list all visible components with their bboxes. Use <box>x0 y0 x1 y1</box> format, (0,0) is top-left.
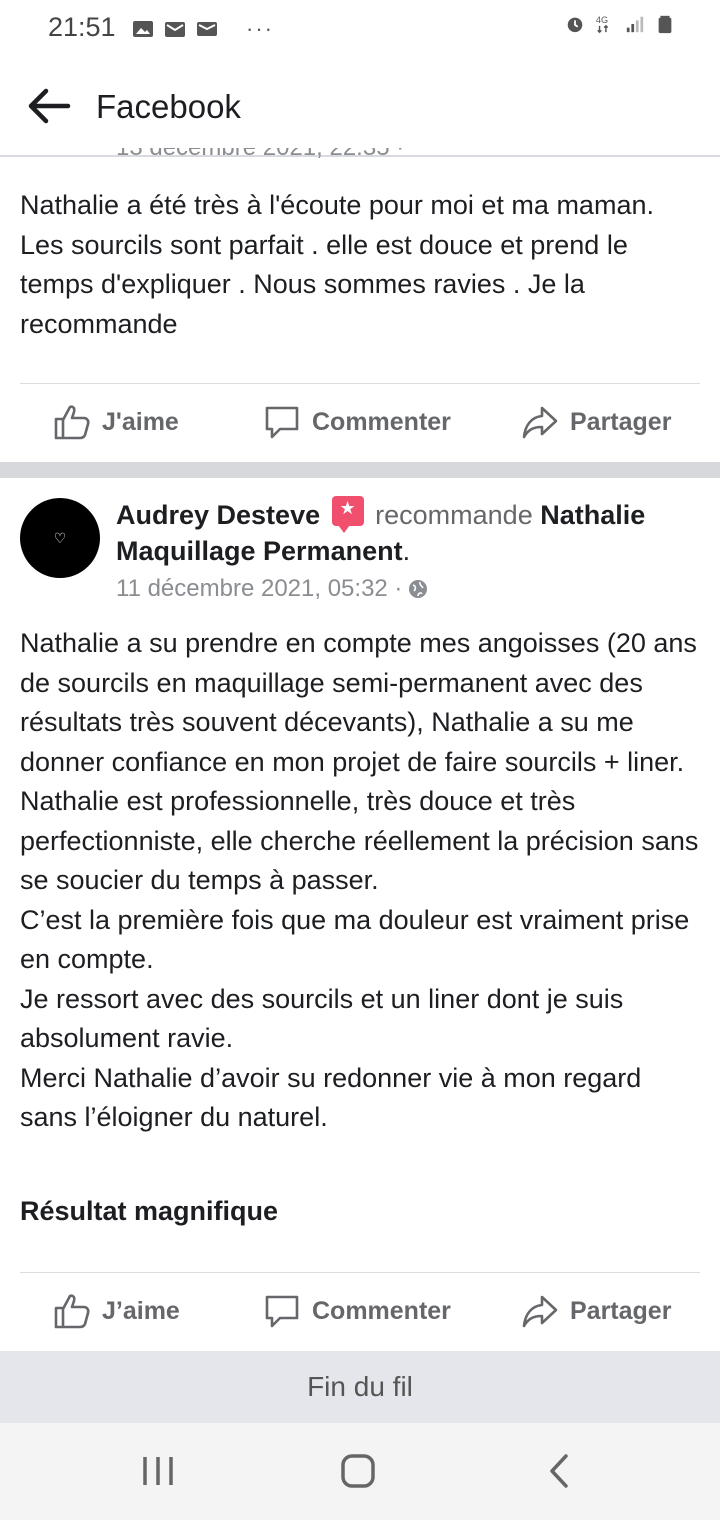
signal-icon <box>626 16 644 33</box>
like-button[interactable]: J’aime <box>52 1291 180 1331</box>
share-button[interactable]: Partager <box>520 402 671 442</box>
more-notifications: ··· <box>246 16 274 41</box>
home-icon[interactable] <box>338 1451 378 1491</box>
alarm-icon <box>567 17 583 33</box>
share-icon <box>522 1295 558 1328</box>
page-name-part2[interactable]: Maquillage Permanent <box>116 536 403 566</box>
back-arrow-icon[interactable] <box>24 86 72 126</box>
post2-date[interactable]: 11 décembre 2021, 05:32 · <box>116 575 428 603</box>
header-period: . <box>402 536 411 566</box>
comment-icon <box>265 406 299 439</box>
like-button[interactable]: J'aime <box>52 402 179 442</box>
heart-icon: ♡ <box>53 530 67 546</box>
back-icon[interactable] <box>540 1451 580 1491</box>
thumbs-up-icon <box>54 405 90 440</box>
post2-conclusion: Résultat magnifique <box>20 1196 279 1226</box>
system-nav-bar <box>0 1423 720 1520</box>
globe-icon <box>409 580 428 598</box>
recents-icon[interactable] <box>138 1451 178 1491</box>
share-button[interactable]: Partager <box>520 1291 671 1331</box>
paragraph: C’est la première fois que ma douleur es… <box>20 904 690 975</box>
mail-icon <box>165 22 185 37</box>
share-label: Partager <box>570 407 672 436</box>
post2-header-line1: Audrey Desteve recommande Nathalie <box>116 495 645 533</box>
comment-button[interactable]: Commenter <box>262 402 451 442</box>
paragraph: Je ressort avec des sourcils et un liner… <box>20 983 624 1054</box>
battery-icon <box>658 15 672 34</box>
page-name-part1[interactable]: Nathalie <box>540 500 645 530</box>
recommend-badge-icon <box>331 495 364 533</box>
post1-date: 13 décembre 2021, 22:35 · <box>116 148 446 160</box>
status-time: 21:51 <box>48 12 116 42</box>
app-header: Facebook <box>0 56 720 157</box>
page-title: Facebook <box>96 88 241 125</box>
recommends-text: recommande <box>375 500 533 530</box>
post2-header-line2: Maquillage Permanent. <box>116 536 410 567</box>
share-label: Partager <box>570 1296 672 1325</box>
paragraph: Nathalie a su prendre en compte mes ango… <box>20 628 697 777</box>
status-bar: 21:51 ··· 4G <box>0 0 720 56</box>
share-icon <box>522 406 558 439</box>
thumbs-up-icon <box>54 1294 90 1329</box>
avatar[interactable]: ♡ <box>20 498 100 578</box>
svg-text:4G: 4G <box>596 15 608 25</box>
post2-text: Nathalie a su prendre en compte mes ango… <box>20 624 700 1138</box>
comment-button[interactable]: Commenter <box>262 1291 451 1331</box>
author-name[interactable]: Audrey Desteve <box>116 500 320 530</box>
network-4g-icon: 4G <box>596 15 609 34</box>
system-icons: 4G <box>564 14 676 34</box>
post1-actions: J'aime Commenter Partager <box>0 384 720 460</box>
comment-label: Commenter <box>312 407 451 436</box>
comment-icon <box>265 1295 299 1328</box>
like-label: J’aime <box>102 1296 180 1325</box>
post1-text: Nathalie a été très à l'écoute pour moi … <box>20 190 654 339</box>
notification-icons: ··· <box>132 16 274 42</box>
post2-date-text: 11 décembre 2021, 05:32 · <box>116 575 403 602</box>
comment-label: Commenter <box>312 1296 451 1325</box>
feed-separator <box>0 462 720 478</box>
post2-actions: J’aime Commenter Partager <box>0 1273 720 1349</box>
end-of-feed: Fin du fil <box>0 1351 720 1423</box>
paragraph: Merci Nathalie d’avoir su redonner vie à… <box>20 1062 642 1133</box>
image-icon <box>133 21 153 37</box>
paragraph: Nathalie est professionnelle, très douce… <box>20 786 699 895</box>
like-label: J'aime <box>102 407 179 436</box>
message-icon <box>197 22 217 36</box>
